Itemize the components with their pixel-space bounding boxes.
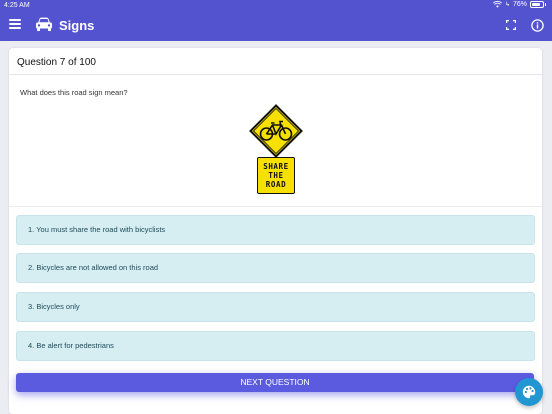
wifi-icon	[492, 1, 502, 8]
menu-icon[interactable]	[9, 19, 21, 29]
question-prompt: What does this road sign mean?	[20, 88, 128, 97]
status-indicators: ↳ 76%	[492, 1, 546, 8]
answer-option-3[interactable]: 3. Bicycles only	[16, 292, 535, 322]
location-icon: ↳	[504, 2, 510, 8]
theme-button[interactable]	[515, 378, 543, 406]
question-card: Question 7 of 100 What does this road si…	[9, 48, 542, 414]
answer-option-2[interactable]: 2. Bicycles are not allowed on this road	[16, 253, 535, 283]
plaque-line: ROAD	[265, 180, 287, 189]
palette-icon	[522, 385, 536, 399]
question-counter: Question 7 of 100	[17, 57, 96, 68]
info-icon[interactable]	[531, 19, 544, 32]
share-the-road-plaque: SHARE THE ROAD	[257, 157, 295, 194]
card-header: Question 7 of 100	[9, 48, 542, 75]
battery-percent: 76%	[512, 1, 527, 8]
car-icon	[36, 17, 52, 31]
bicycle-sign-image	[249, 104, 303, 158]
next-question-button[interactable]: NEXT QUESTION	[16, 373, 534, 392]
fullscreen-icon[interactable]	[506, 20, 516, 30]
divider	[9, 206, 542, 207]
battery-icon	[530, 1, 544, 8]
status-time: 4:25 AM	[4, 2, 30, 9]
status-bar: 4:25 AM ↳ 76%	[0, 0, 552, 12]
page-title: Signs	[59, 18, 95, 33]
app-bar: 4:25 AM ↳ 76% Signs	[0, 0, 552, 41]
answer-option-4[interactable]: 4. Be alert for pedestrians	[16, 331, 535, 361]
plaque-line: THE	[268, 171, 284, 180]
plaque-line: SHARE	[263, 162, 289, 171]
answer-option-1[interactable]: 1. You must share the road with bicyclis…	[16, 215, 535, 245]
